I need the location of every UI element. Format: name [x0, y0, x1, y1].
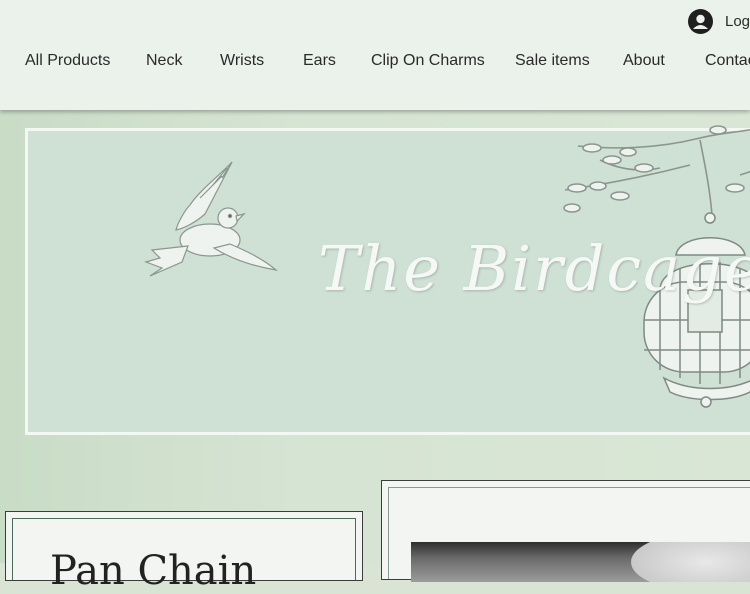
- photo-highlight: [631, 542, 750, 582]
- nav-item-wrists[interactable]: Wrists: [220, 52, 264, 70]
- nav-item-contact[interactable]: Contac: [705, 52, 750, 70]
- login-label: Log: [725, 12, 750, 30]
- user-avatar-icon: [688, 8, 713, 34]
- banner-title: The Birdcage: [318, 232, 750, 305]
- nav-item-about[interactable]: About: [623, 52, 665, 70]
- nav-item-sale-items[interactable]: Sale items: [515, 52, 590, 70]
- product-card-right[interactable]: [381, 480, 750, 582]
- product-photo[interactable]: [411, 542, 750, 582]
- nav-item-ears[interactable]: Ears: [303, 52, 336, 70]
- product-card-left[interactable]: Pan Chain: [5, 511, 363, 594]
- site-header: Log All Products Neck Wrists Ears Clip O…: [0, 0, 750, 110]
- bird-icon: [144, 161, 279, 277]
- nav-item-all-products[interactable]: All Products: [25, 52, 110, 70]
- nav-item-neck[interactable]: Neck: [146, 52, 182, 70]
- login-button[interactable]: Log: [688, 8, 750, 34]
- main-nav: All Products Neck Wrists Ears Clip On Ch…: [0, 52, 750, 76]
- nav-item-clip-on-charms[interactable]: Clip On Charms: [371, 52, 485, 70]
- card-heading: Pan Chain: [50, 548, 257, 594]
- branch-icon: [563, 125, 750, 216]
